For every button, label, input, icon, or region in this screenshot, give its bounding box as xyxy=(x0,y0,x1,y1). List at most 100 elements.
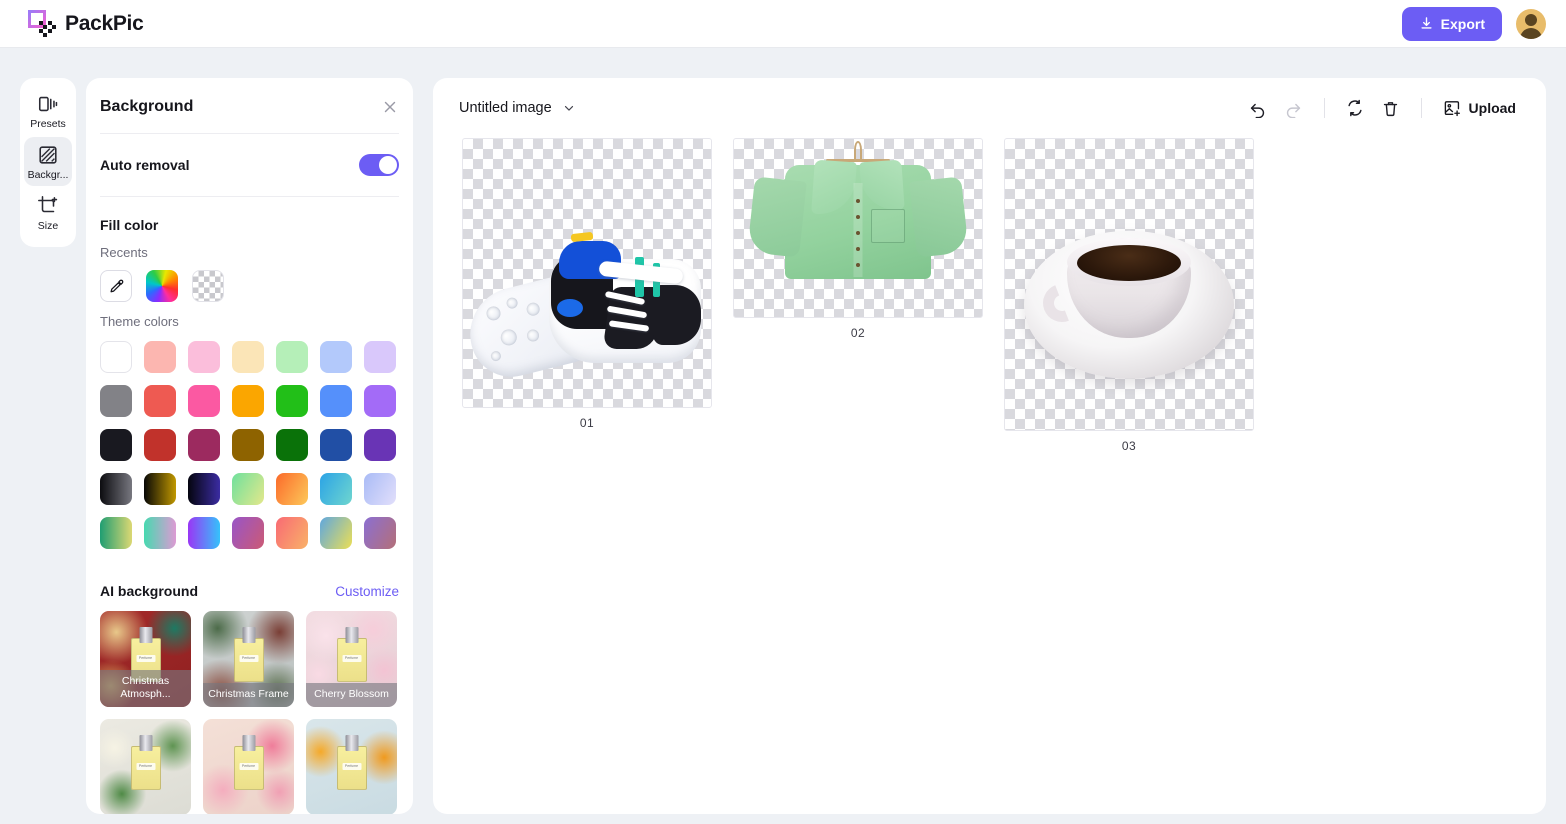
gradient-purple-rose[interactable] xyxy=(232,517,264,549)
swatch-purple[interactable] xyxy=(364,385,396,417)
swatch-pink[interactable] xyxy=(188,385,220,417)
gradient-violet-cyan[interactable] xyxy=(188,517,220,549)
swatch-dark-magenta[interactable] xyxy=(188,429,220,461)
image-thumbnails: 01 02 03 xyxy=(462,138,1546,453)
top-bar: PackPic Export xyxy=(0,0,1566,48)
reset-button[interactable] xyxy=(1338,91,1372,125)
page-title: Background xyxy=(100,98,194,115)
swatch-dark-green[interactable] xyxy=(276,429,308,461)
auto-removal-row: Auto removal xyxy=(100,134,399,197)
document-name[interactable]: Untitled image xyxy=(459,100,552,116)
gradient-orange-amber[interactable] xyxy=(276,473,308,505)
swatch-light-cream[interactable] xyxy=(232,341,264,373)
sidebar-item-background-label: Backgr... xyxy=(27,169,69,181)
gradient-black-indigo[interactable] xyxy=(188,473,220,505)
gradient-mint-pink[interactable] xyxy=(144,517,176,549)
sneaker-body-art xyxy=(549,231,701,379)
background-panel: Background Auto removal Fill color Recen… xyxy=(86,78,413,814)
swatch-light-pink[interactable] xyxy=(188,341,220,373)
ai-bg-gerbera[interactable]: Perfume xyxy=(306,719,397,814)
shirt-art xyxy=(734,139,982,317)
theme-colors-label: Theme colors xyxy=(100,314,179,329)
swatch-dark-blue[interactable] xyxy=(320,429,352,461)
gradient-black-gray[interactable] xyxy=(100,473,132,505)
undo-icon xyxy=(1250,103,1265,118)
gradient-blue-teal[interactable] xyxy=(320,473,352,505)
image-thumbnail-shirt[interactable] xyxy=(733,138,983,318)
eyedropper-swatch[interactable] xyxy=(100,270,132,302)
delete-button[interactable] xyxy=(1374,91,1408,125)
sidebar-item-presets-label: Presets xyxy=(30,118,66,130)
swatch-red[interactable] xyxy=(144,385,176,417)
list-item: 03 xyxy=(1004,138,1254,453)
close-icon[interactable] xyxy=(381,98,399,116)
theme-colors-grid xyxy=(100,341,399,549)
image-caption: 02 xyxy=(850,326,866,340)
sidebar-item-presets[interactable]: Presets xyxy=(24,86,72,135)
undo-button[interactable] xyxy=(1241,91,1275,125)
eyedropper-icon xyxy=(109,279,123,292)
background-icon xyxy=(39,146,57,164)
sidebar-item-background[interactable]: Backgr... xyxy=(24,137,72,186)
swatch-blue[interactable] xyxy=(320,385,352,417)
ai-bg-daisy[interactable]: Perfume xyxy=(100,719,191,814)
auto-removal-label: Auto removal xyxy=(100,157,190,173)
swatch-black[interactable] xyxy=(100,429,132,461)
image-thumbnail-sneakers[interactable] xyxy=(462,138,712,408)
gradient-blue-yellow[interactable] xyxy=(320,517,352,549)
swatch-dark-gold[interactable] xyxy=(232,429,264,461)
gradient-lilac-pale[interactable] xyxy=(364,473,396,505)
swatch-orange[interactable] xyxy=(232,385,264,417)
ai-bg-christmas-atmosphere[interactable]: Perfume Christmas Atmosph... xyxy=(100,611,191,707)
perfume-label: Perfume xyxy=(239,763,258,771)
presets-icon xyxy=(38,96,58,112)
redo-icon xyxy=(1286,103,1301,118)
auto-removal-toggle[interactable] xyxy=(359,154,399,176)
swatch-light-green[interactable] xyxy=(276,341,308,373)
ai-bg-cherry-blossom[interactable]: Perfume Cherry Blossom xyxy=(306,611,397,707)
avatar[interactable] xyxy=(1516,8,1546,39)
ai-background-caption: Christmas Atmosph... xyxy=(100,670,191,707)
sidebar-item-size[interactable]: Size xyxy=(24,188,72,237)
swatch-green[interactable] xyxy=(276,385,308,417)
swatch-light-blue[interactable] xyxy=(320,341,352,373)
top-bar-actions: Export xyxy=(1401,6,1546,41)
chevron-down-icon xyxy=(564,105,573,111)
gradient-violet-brown[interactable] xyxy=(364,517,396,549)
rainbow-swatch[interactable] xyxy=(146,270,178,302)
perfume-label: Perfume xyxy=(136,763,155,771)
redo-button[interactable] xyxy=(1277,91,1311,125)
tool-rail: Presets Backgr... Size xyxy=(20,78,76,247)
upload-button[interactable]: Upload xyxy=(1435,91,1524,125)
gradient-teal-olive[interactable] xyxy=(100,517,132,549)
gradient-green-yellow[interactable] xyxy=(232,473,264,505)
gradient-rose-peach[interactable] xyxy=(276,517,308,549)
export-button[interactable]: Export xyxy=(1401,6,1502,41)
swatch-gray[interactable] xyxy=(100,385,132,417)
swatch-light-salmon[interactable] xyxy=(144,341,176,373)
image-caption: 01 xyxy=(579,416,595,430)
fill-color-title: Fill color xyxy=(100,217,159,233)
swatch-white[interactable] xyxy=(100,341,132,373)
swatch-light-purple[interactable] xyxy=(364,341,396,373)
refresh-loop-icon xyxy=(1347,99,1362,117)
perfume-cap-icon xyxy=(242,627,255,644)
image-thumbnail-coffee[interactable] xyxy=(1004,138,1254,431)
perfume-label: Perfume xyxy=(239,655,258,663)
swatch-dark-purple[interactable] xyxy=(364,429,396,461)
customize-link[interactable]: Customize xyxy=(335,584,399,599)
gradient-black-gold[interactable] xyxy=(144,473,176,505)
transparent-swatch[interactable] xyxy=(192,270,224,302)
perfume-label: Perfume xyxy=(342,763,361,771)
document-name-dropdown[interactable] xyxy=(562,101,576,115)
perfume-label: Perfume xyxy=(342,655,361,663)
swatch-dark-red[interactable] xyxy=(144,429,176,461)
list-item: 02 xyxy=(733,138,983,340)
ai-bg-peony[interactable]: Perfume xyxy=(203,719,294,814)
image-add-icon xyxy=(1444,100,1460,116)
panel-header: Background xyxy=(100,78,399,134)
upload-button-label: Upload xyxy=(1468,100,1516,116)
ai-background-title: AI background xyxy=(100,583,199,599)
ai-bg-christmas-frame[interactable]: Perfume Christmas Frame xyxy=(203,611,294,707)
background-panel-scroll[interactable]: Background Auto removal Fill color Recen… xyxy=(86,78,413,814)
